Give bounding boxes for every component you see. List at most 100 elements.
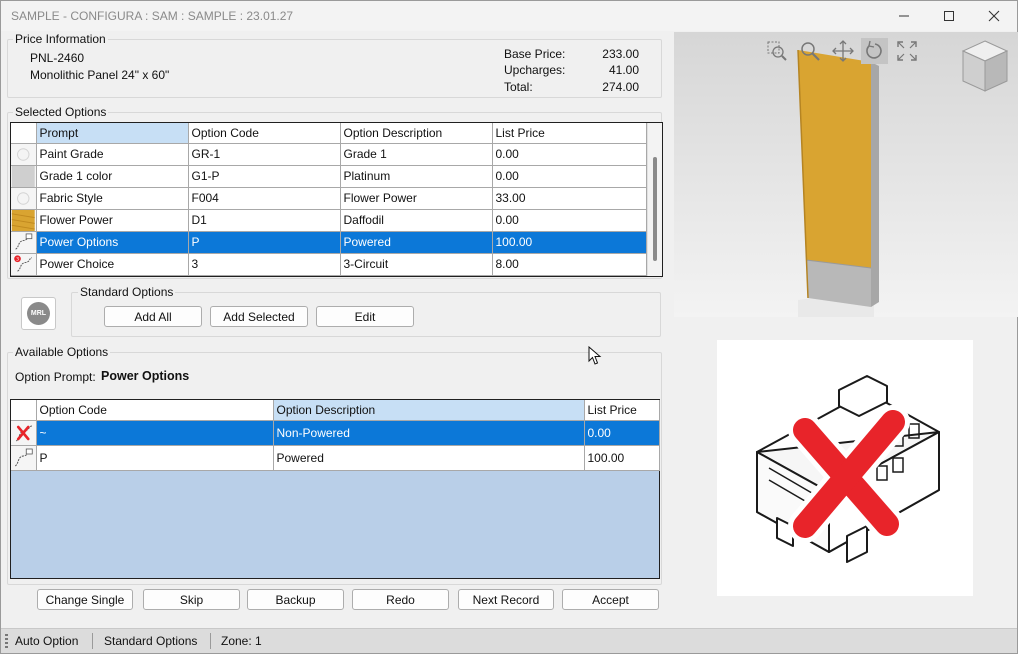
upcharges-value: 41.00 (608, 63, 639, 77)
row-header (11, 420, 37, 446)
column-header-list-price[interactable]: List Price (584, 400, 660, 421)
pan-icon[interactable] (832, 40, 854, 65)
zoom-icon[interactable] (799, 40, 821, 65)
next-record-button[interactable]: Next Record (458, 589, 554, 610)
standard-options-label: Standard Options (78, 285, 176, 299)
cell-list-price: 0.00 (584, 420, 660, 446)
yellow-fabric-swatch-icon (11, 209, 35, 230)
cell-list-price: 33.00 (492, 187, 647, 210)
cell-option-description: 3-Circuit (340, 253, 493, 276)
cell-prompt: Grade 1 color (36, 165, 189, 188)
cell-prompt: Fabric Style (36, 187, 189, 210)
skip-button[interactable]: Skip (143, 589, 240, 610)
zoom-window-icon[interactable] (766, 40, 788, 65)
close-icon (988, 10, 1000, 22)
scrollbar-thumb[interactable] (653, 157, 657, 261)
minimize-icon (899, 15, 909, 17)
status-bar: Auto Option Standard Options Zone: 1 (1, 628, 1017, 653)
row-header (11, 209, 37, 232)
cell-option-code: F004 (188, 187, 341, 210)
close-button[interactable] (971, 3, 1017, 29)
price-information-label: Price Information (13, 32, 108, 46)
table-row[interactable]: Paint Grade GR-1 Grade 1 0.00 (11, 143, 647, 166)
cell-list-price: 0.00 (492, 209, 647, 232)
available-options-table: Option Code Option Description List Pric… (11, 400, 660, 471)
cell-option-code: 3 (188, 253, 341, 276)
cell-list-price: 100.00 (584, 445, 660, 471)
minimize-button[interactable] (881, 3, 927, 29)
no-power-icon (15, 425, 33, 441)
power-circuit-icon: 3 (14, 254, 32, 272)
cell-option-code: D1 (188, 209, 341, 232)
cell-option-code: G1-P (188, 165, 341, 188)
backup-button[interactable]: Backup (247, 589, 344, 610)
selected-options-label: Selected Options (13, 105, 109, 119)
table-row[interactable]: Fabric Style F004 Flower Power 33.00 (11, 187, 647, 210)
change-single-button[interactable]: Change Single (37, 589, 133, 610)
selected-options-header: Prompt Option Code Option Description Li… (11, 123, 647, 144)
cell-option-description: Flower Power (340, 187, 493, 210)
edit-button[interactable]: Edit (316, 306, 414, 327)
cell-option-code: ~ (36, 420, 274, 446)
gray-swatch-icon (11, 165, 35, 186)
cell-option-description: Powered (273, 445, 585, 471)
row-header (11, 143, 37, 166)
cell-prompt: Paint Grade (36, 143, 189, 166)
status-divider (92, 633, 93, 649)
cell-prompt: Power Choice (36, 253, 189, 276)
part-description: Monolithic Panel 24" x 60" (30, 68, 170, 82)
mrl-logo-text: MRL (30, 310, 47, 317)
column-header-list-price[interactable]: List Price (492, 123, 647, 144)
view-cube-icon[interactable] (959, 39, 1011, 98)
option-prompt-value: Power Options (101, 369, 190, 383)
row-header (11, 165, 37, 188)
no-power-outlet-illustration (756, 375, 940, 563)
window-title: SAMPLE - CONFIGURA : SAM : SAMPLE : 23.0… (11, 9, 294, 23)
cell-list-price: 8.00 (492, 253, 647, 276)
cell-list-price: 0.00 (492, 165, 647, 188)
selected-options-grid[interactable]: Prompt Option Code Option Description Li… (10, 122, 663, 277)
fit-view-icon[interactable] (896, 40, 918, 65)
cell-option-description: Platinum (340, 165, 493, 188)
cell-list-price: 100.00 (492, 231, 647, 254)
svg-text:3: 3 (16, 256, 19, 262)
status-zone: Zone: 1 (221, 634, 262, 648)
table-row[interactable]: Grade 1 color G1-P Platinum 0.00 (11, 165, 647, 188)
row-header (11, 231, 37, 254)
base-price-label: Base Price: (504, 47, 566, 61)
accept-button[interactable]: Accept (562, 589, 659, 610)
row-header-corner (11, 400, 37, 421)
rotate-icon[interactable] (861, 38, 888, 64)
3d-viewer[interactable] (674, 32, 1018, 317)
maximize-button[interactable] (926, 3, 972, 29)
column-header-option-code[interactable]: Option Code (188, 123, 341, 144)
part-number: PNL-2460 (30, 51, 85, 65)
cell-option-code: GR-1 (188, 143, 341, 166)
total-value: 274.00 (602, 80, 639, 94)
table-row-selected[interactable]: ~ Non-Powered 0.00 (11, 420, 660, 446)
column-header-option-code[interactable]: Option Code (36, 400, 274, 421)
available-options-header: Option Code Option Description List Pric… (11, 400, 660, 421)
column-header-option-description[interactable]: Option Description (273, 400, 585, 421)
selected-options-scrollbar[interactable] (647, 123, 662, 276)
row-header-corner (11, 123, 37, 144)
cell-option-description: Non-Powered (273, 420, 585, 446)
selected-options-table: Prompt Option Code Option Description Li… (11, 123, 647, 276)
status-standard-options: Standard Options (104, 634, 198, 648)
maximize-icon (944, 11, 954, 21)
column-header-prompt[interactable]: Prompt (36, 123, 189, 144)
power-cord-icon (15, 233, 33, 250)
add-all-button[interactable]: Add All (104, 306, 202, 327)
table-row[interactable]: Flower Power D1 Daffodil 0.00 (11, 209, 647, 232)
table-row[interactable]: P Powered 100.00 (11, 445, 660, 471)
add-selected-button[interactable]: Add Selected (210, 306, 308, 327)
logo-tile: MRL (21, 297, 56, 330)
cell-option-description: Powered (340, 231, 493, 254)
table-row-selected[interactable]: Power Options P Powered 100.00 (11, 231, 647, 254)
available-options-grid[interactable]: Option Code Option Description List Pric… (10, 399, 660, 579)
mrl-logo: MRL (27, 302, 50, 325)
table-row[interactable]: 3 Power Choice 3 3-Circuit 8.00 (11, 253, 647, 276)
redo-button[interactable]: Redo (352, 589, 449, 610)
row-header: 3 (11, 253, 37, 276)
column-header-option-description[interactable]: Option Description (340, 123, 493, 144)
